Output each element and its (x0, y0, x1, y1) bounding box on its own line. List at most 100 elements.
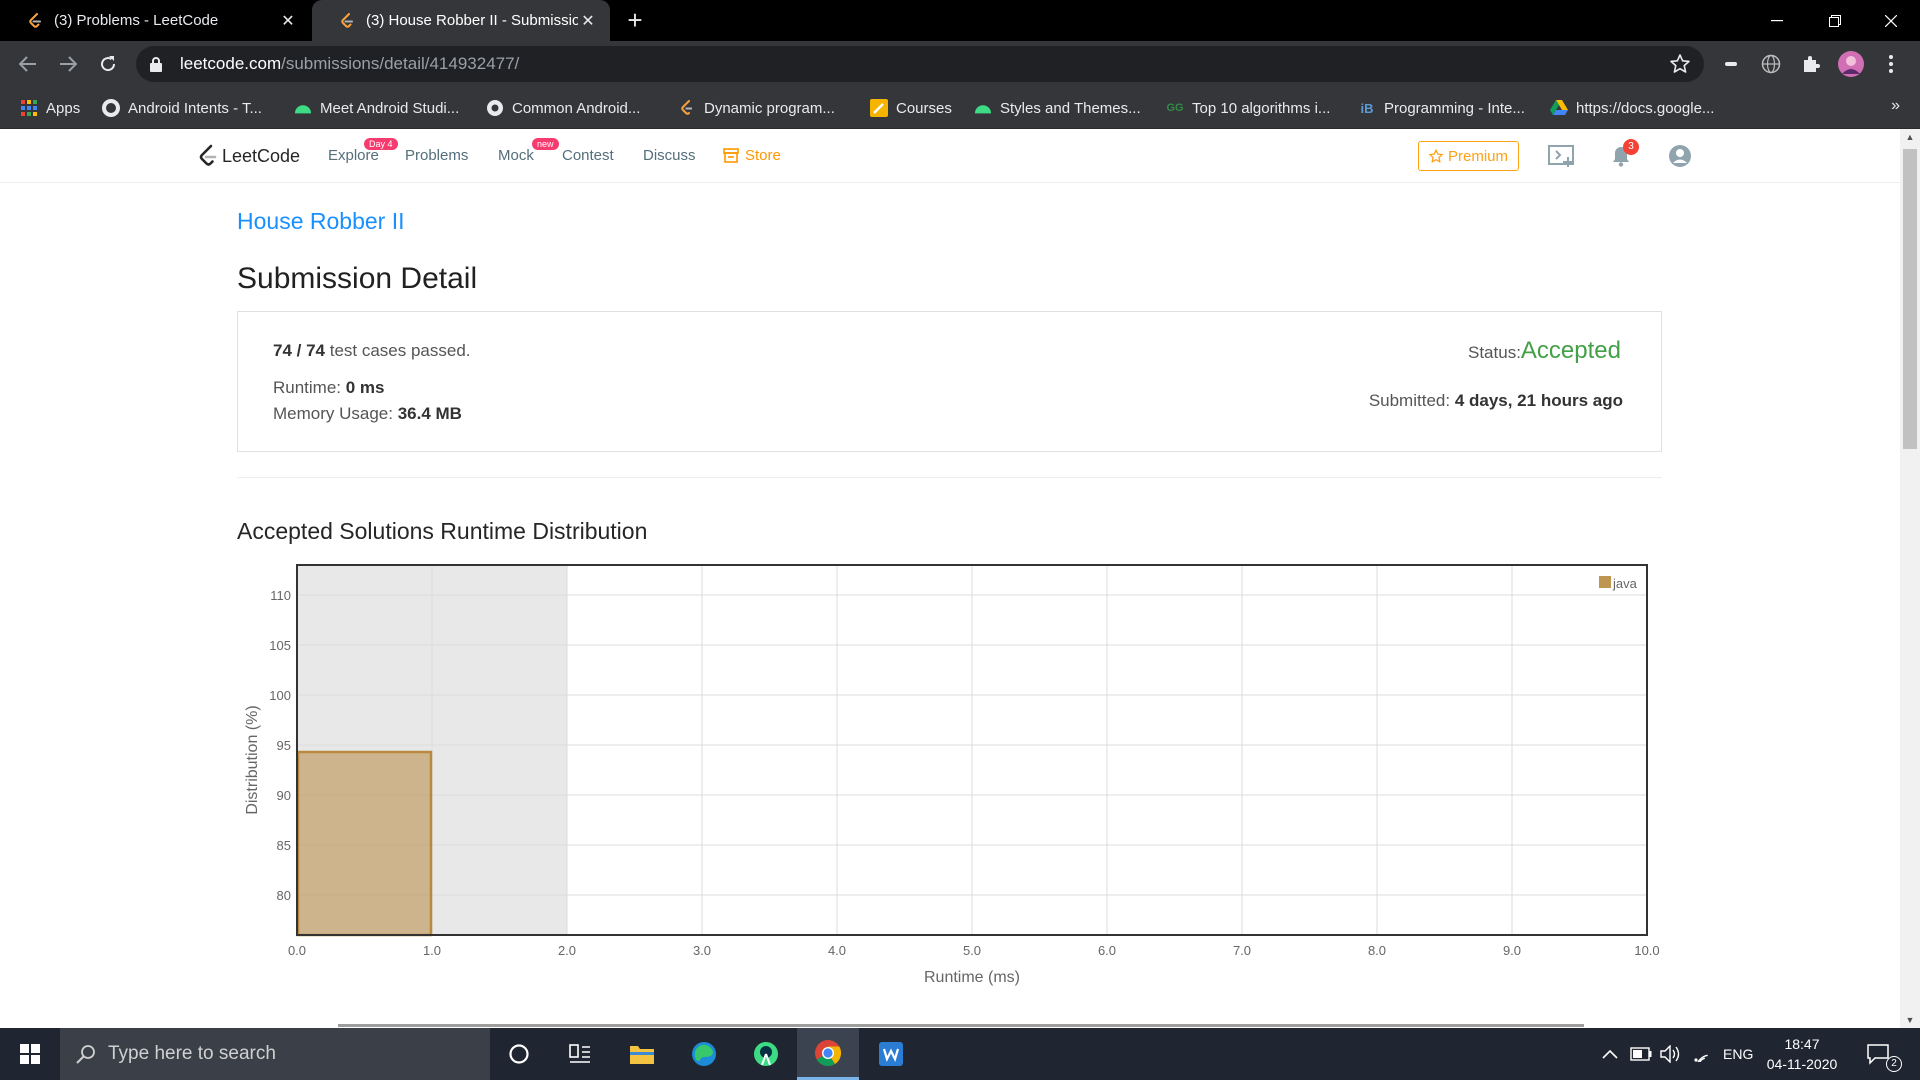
memory-row: Memory Usage: 36.4 MB (273, 404, 462, 424)
close-icon[interactable]: ✕ (578, 11, 598, 31)
bookmark-top-10-algorithms[interactable]: GG Top 10 algorithms i... (1166, 97, 1330, 119)
test-cases-suffix: test cases passed. (325, 341, 471, 360)
nav-discuss[interactable]: Discuss (643, 147, 696, 164)
bookmark-styles-themes[interactable]: Styles and Themes... (974, 97, 1141, 119)
x-tick-label: 10.0 (1634, 943, 1659, 958)
browser-tab-active[interactable]: (3) House Robber II - Submission ✕ (312, 0, 610, 41)
system-clock[interactable]: 18:47 04-11-2020 (1762, 1034, 1842, 1074)
more-bookmarks-chevron-icon[interactable]: » (1891, 97, 1900, 115)
distribution-bar (296, 750, 433, 937)
x-tick-label: 4.0 (828, 943, 846, 958)
leetcode-icon (678, 99, 696, 117)
x-axis-label: Runtime (ms) (924, 969, 1020, 986)
cortana-circle-icon[interactable] (488, 1028, 550, 1080)
windows-start-icon[interactable] (0, 1028, 60, 1080)
submitted-row: Submitted: 4 days, 21 hours ago (1369, 391, 1623, 411)
y-tick-label: 100 (269, 688, 291, 703)
user-avatar-icon[interactable] (1666, 142, 1694, 170)
close-icon[interactable]: ✕ (278, 11, 298, 31)
reload-icon[interactable] (94, 50, 122, 78)
android-icon (974, 99, 992, 117)
gfg-icon: GG (1166, 102, 1184, 114)
wifi-icon[interactable] (1692, 1028, 1712, 1080)
y-tick-label: 85 (277, 838, 291, 853)
bookmark-google-docs[interactable]: https://docs.google... (1550, 97, 1714, 119)
nav-explore[interactable]: Explore Day 4 (328, 138, 398, 164)
word-app-icon[interactable] (860, 1028, 922, 1080)
y-tick-label: 105 (269, 638, 291, 653)
x-tick-label: 6.0 (1098, 943, 1116, 958)
globe-icon[interactable] (1758, 51, 1784, 77)
notification-bell-icon[interactable]: 3 (1607, 139, 1639, 170)
logo-text: LeetCode (222, 145, 301, 166)
x-tick-label: 0.0 (288, 943, 306, 958)
new-tab-plus-icon[interactable]: + (622, 7, 648, 34)
premium-button[interactable]: Premium (1418, 141, 1520, 171)
chrome-menu-icon[interactable] (1878, 51, 1904, 77)
nav-contest[interactable]: Contest (562, 147, 614, 164)
bookmark-label: https://docs.google... (1576, 99, 1715, 117)
restore-icon[interactable] (1806, 0, 1864, 41)
legend-label: java (1612, 576, 1638, 591)
bookmark-common-android[interactable]: Common Android... (486, 97, 640, 119)
file-explorer-icon[interactable] (611, 1028, 673, 1080)
search-icon (76, 1045, 95, 1064)
y-axis-label: Distribution (%) (244, 705, 261, 814)
scroll-down-arrow-icon[interactable]: ▼ (1900, 1012, 1920, 1028)
taskbar-search-box[interactable]: Type here to search (60, 1028, 490, 1080)
forward-arrow-icon[interactable] (54, 50, 82, 78)
task-view-icon[interactable] (549, 1028, 611, 1080)
bookmark-star-icon[interactable] (1670, 54, 1690, 78)
battery-icon[interactable] (1630, 1028, 1652, 1080)
nav-mock[interactable]: Mock new (498, 138, 559, 164)
tab-title: (3) House Robber II - Submission (366, 12, 578, 29)
bookmark-label: Common Android... (512, 99, 641, 117)
volume-icon[interactable] (1660, 1028, 1682, 1080)
bookmark-android-intents[interactable]: Android Intents - T... (102, 97, 262, 119)
clock-date: 04-11-2020 (1766, 1056, 1838, 1072)
page-scrollbar[interactable]: ▲ ▼ (1900, 129, 1920, 1028)
new-badge: new (532, 138, 559, 150)
bookmark-apps[interactable]: Apps (20, 97, 80, 119)
chrome-taskbar-icon[interactable] (797, 1028, 859, 1080)
browser-toolbar: leetcode.com/submissions/detail/41493247… (0, 41, 1920, 87)
edge-browser-icon[interactable] (673, 1028, 735, 1080)
problem-title-link[interactable]: House Robber II (237, 208, 404, 235)
extension-dots-icon[interactable] (1718, 51, 1744, 77)
nav-store-label: Store (745, 147, 781, 164)
nav-store[interactable]: Store (723, 147, 781, 164)
y-tick-label: 90 (277, 788, 291, 803)
url-host: leetcode.com (180, 54, 282, 73)
window-close-icon[interactable] (1862, 0, 1920, 41)
bookmark-dynamic-programming[interactable]: Dynamic program... (678, 97, 835, 119)
apps-grid-icon (20, 99, 38, 117)
bookmark-courses[interactable]: Courses (870, 97, 952, 119)
bookmark-label: Meet Android Studi... (320, 99, 460, 117)
scroll-up-arrow-icon[interactable]: ▲ (1900, 129, 1920, 145)
bookmark-label: Android Intents - T... (128, 99, 262, 117)
pencil-icon (870, 99, 888, 117)
android-studio-icon[interactable] (735, 1028, 797, 1080)
playground-icon[interactable] (1548, 142, 1576, 170)
back-arrow-icon[interactable] (14, 50, 42, 78)
puzzle-extensions-icon[interactable] (1798, 51, 1824, 77)
legend-swatch (1599, 576, 1611, 588)
bookmark-meet-android-studio[interactable]: Meet Android Studi... (294, 97, 459, 119)
input-language[interactable]: ENG (1723, 1028, 1753, 1080)
bookmark-programming-interview[interactable]: iB Programming - Inte... (1358, 97, 1525, 119)
action-center-count: 2 (1886, 1056, 1902, 1072)
action-center-icon[interactable]: 2 (1866, 1028, 1906, 1080)
browser-tab[interactable]: (3) Problems - LeetCode ✕ (0, 0, 310, 41)
address-bar[interactable]: leetcode.com/submissions/detail/41493247… (136, 46, 1704, 82)
url-path: /submissions/detail/414932477/ (281, 54, 520, 73)
leetcode-favicon-icon (26, 12, 44, 30)
minimize-icon[interactable] (1748, 0, 1806, 41)
show-hidden-icons-chevron-icon[interactable] (1602, 1028, 1618, 1080)
nav-problems[interactable]: Problems (405, 147, 468, 164)
submission-detail-box: 74 / 74 test cases passed. Runtime: 0 ms… (237, 311, 1662, 452)
scrollbar-thumb[interactable] (1903, 149, 1917, 449)
profile-avatar[interactable] (1838, 51, 1864, 77)
windows-taskbar: Type here to search ENG 18:47 04-11-2020… (0, 1028, 1920, 1080)
leetcode-logo[interactable]: LeetCode (198, 144, 300, 168)
day-badge: Day 4 (364, 138, 398, 150)
